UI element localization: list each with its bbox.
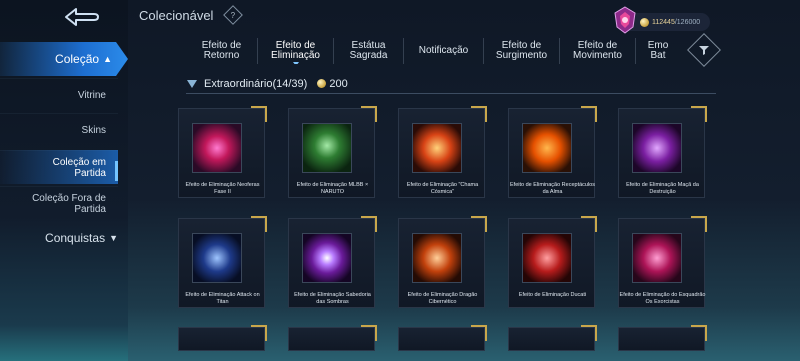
section-price: 200 (329, 77, 348, 90)
sidebar-item-colecao[interactable]: Coleção ▲ (0, 42, 128, 76)
sidebar-item-label: Vitrine (77, 90, 106, 101)
tab-bar: Efeito de Retorno Efeito de Eliminação E… (186, 38, 680, 64)
filter-icon (699, 46, 709, 55)
effect-name: Efeito de Eliminação Neoferas Fase II (185, 182, 260, 195)
tab-efeito-de-retorno[interactable]: Efeito de Retorno (186, 38, 258, 64)
sidebar-item-label: Skins (81, 125, 106, 136)
effect-thumbnail (192, 233, 242, 283)
effect-card[interactable] (398, 325, 487, 351)
effect-card[interactable] (178, 325, 267, 351)
effect-name: Efeito de Eliminação Attack on Titan (185, 292, 260, 305)
effect-name: Efeito de Eliminação Sabedoria das Sombr… (294, 292, 371, 305)
effect-name: Efeito de Eliminação Receptáculos da Alm… (510, 182, 595, 195)
section-header: Extraordinário(14/39) 200 (186, 74, 716, 94)
effect-thumbnail (192, 123, 242, 173)
tab-estatua-sagrada[interactable]: Estátua Sagrada (334, 38, 404, 64)
rank-emblem-icon (614, 6, 636, 34)
sidebar-item-colecao-fora-de-partida[interactable]: Coleção Fora de Partida (0, 186, 118, 220)
effect-card[interactable] (618, 325, 707, 351)
back-button[interactable] (58, 5, 106, 29)
tab-notificacao[interactable]: Notificação (404, 38, 484, 64)
effect-card[interactable]: Efeito de Eliminação "Chama Cósmica" (398, 106, 487, 198)
tab-label: Efeito de Retorno (201, 40, 242, 61)
currency-max: /126000 (674, 18, 701, 26)
tab-efeito-de-surgimento[interactable]: Efeito de Surgimento (484, 38, 560, 64)
effect-thumbnail (302, 123, 352, 173)
sidebar-item-label: Conquistas (45, 231, 106, 245)
effect-thumbnail (302, 233, 352, 283)
filter-button[interactable] (687, 33, 721, 67)
tab-label: Efeito de Movimento (573, 40, 622, 61)
sidebar-item-label: Coleção Fora de Partida (32, 192, 106, 215)
back-arrow-icon (65, 8, 99, 26)
effect-card[interactable]: Efeito de Eliminação Receptáculos da Alm… (508, 106, 597, 198)
effect-name: Efeito de Eliminação Ducati (518, 292, 587, 298)
effect-thumbnail (522, 233, 572, 283)
effect-thumbnail (632, 233, 682, 283)
rarity-icon (187, 79, 197, 88)
effect-card[interactable]: Efeito de Eliminação Sabedoria das Sombr… (288, 216, 377, 308)
effect-thumbnail (522, 123, 572, 173)
sidebar-item-label: Coleção em Partida (52, 156, 106, 179)
effect-card[interactable] (288, 325, 377, 351)
effect-card[interactable]: Efeito de Eliminação Neoferas Fase II (178, 106, 267, 198)
chevron-up-icon: ▲ (103, 54, 112, 64)
effect-name: Efeito de Eliminação "Chama Cósmica" (406, 182, 479, 195)
effect-name: Efeito de Eliminação MLBB × NARUTO (296, 182, 369, 195)
effect-card[interactable]: Efeito de Eliminação Maçã da Destruição (618, 106, 707, 198)
sidebar-item-vitrine[interactable]: Vitrine (0, 78, 118, 112)
tab-label: Efeito de Surgimento (495, 40, 548, 61)
page-title: Colecionável (139, 8, 214, 23)
effect-card[interactable]: Efeito de Eliminação Ducati (508, 216, 597, 308)
effect-card[interactable]: Efeito de Eliminação Dragão Cibernético (398, 216, 487, 308)
effect-card[interactable]: Efeito de Eliminação MLBB × NARUTO (288, 106, 377, 198)
effect-card[interactable]: Efeito de Eliminação Attack on Titan (178, 216, 267, 308)
coin-icon (640, 17, 649, 27)
sidebar-item-skins[interactable]: Skins (0, 113, 118, 147)
help-question-icon[interactable]: ? (223, 5, 243, 25)
section-title: Extraordinário(14/39) (204, 77, 308, 90)
effect-name: Efeito de Eliminação Dragão Cibernético (407, 292, 478, 305)
coin-icon (317, 79, 327, 88)
tab-emo-bat[interactable]: Emo Bat (636, 38, 680, 64)
effect-name: Efeito de Eliminação Maçã da Destruição (626, 182, 699, 195)
tab-efeito-de-eliminacao[interactable]: Efeito de Eliminação (258, 38, 334, 64)
effect-name: Efeito de Eliminação do Esquadrão Os Exo… (619, 292, 706, 305)
effect-card[interactable]: Efeito de Eliminação do Esquadrão Os Exo… (618, 216, 707, 308)
effect-thumbnail (632, 123, 682, 173)
effect-card[interactable] (508, 325, 597, 351)
currency-current: 112445 (652, 18, 675, 26)
sidebar-item-label: Coleção (55, 52, 100, 66)
tab-efeito-de-movimento[interactable]: Efeito de Movimento (560, 38, 636, 64)
tab-label: Emo Bat (647, 40, 669, 61)
tab-label: Notificação (418, 45, 469, 56)
chevron-down-icon: ▼ (109, 233, 118, 243)
sidebar-item-colecao-em-partida[interactable]: Coleção em Partida (0, 150, 118, 184)
effect-thumbnail (412, 123, 462, 173)
effect-thumbnail (412, 233, 462, 283)
tab-label: Estátua Sagrada (349, 40, 388, 61)
tab-label: Efeito de Eliminação (271, 40, 320, 61)
sidebar: Coleção ▲ Vitrine Skins Coleção em Parti… (0, 0, 128, 361)
sidebar-item-conquistas[interactable]: Conquistas ▼ (0, 226, 118, 250)
